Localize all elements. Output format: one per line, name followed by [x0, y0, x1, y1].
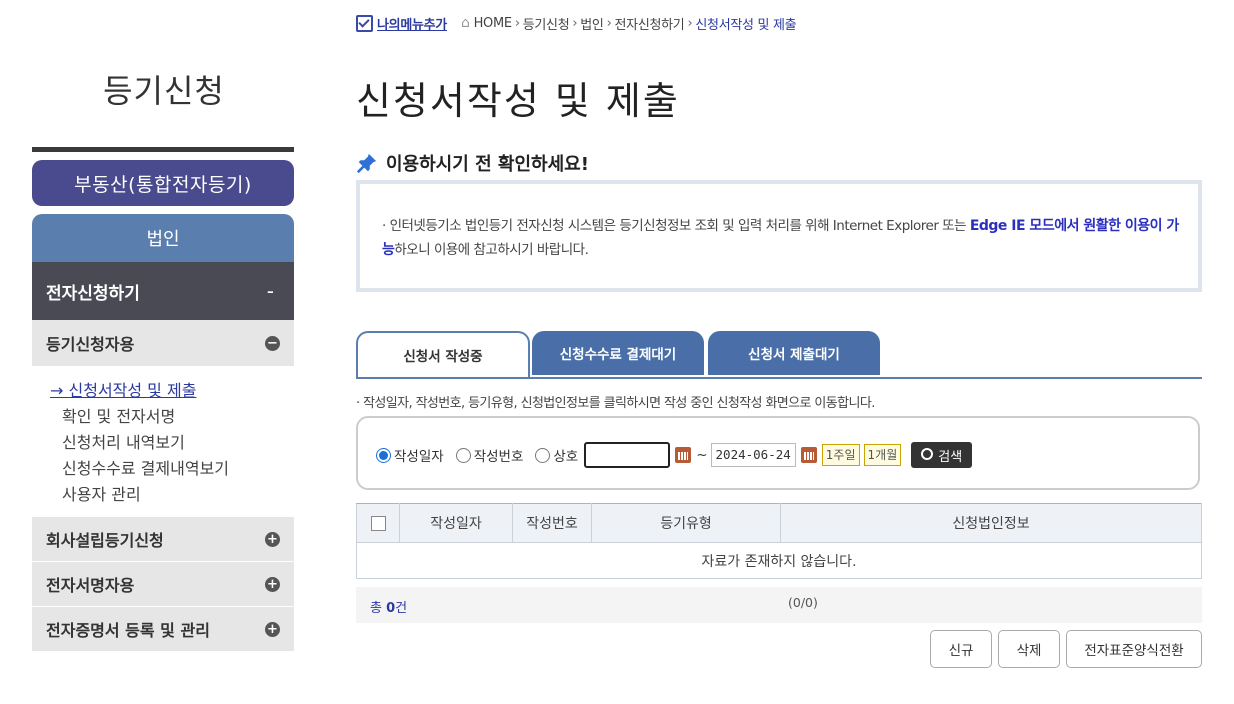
sidebar-group-label: 회사설립등기신청	[46, 531, 164, 550]
one-month-button[interactable]: 1개월	[863, 444, 902, 466]
sidebar-group-e-certificate[interactable]: 전자증명서 등록 및 관리 +	[32, 606, 294, 651]
from-date-input[interactable]	[584, 442, 671, 468]
sidebar-item-user-manage[interactable]: 사용자 관리	[50, 482, 294, 508]
col-write-number: 작성번호	[512, 503, 592, 543]
checkbox-icon	[356, 14, 373, 32]
application-table: 작성일자 작성번호 등기유형 신청법인정보 자료가 존재하지 않습니다.	[356, 503, 1202, 579]
sidebar-item-fee-history[interactable]: 신청수수료 결제내역보기	[50, 456, 294, 482]
sidebar-divider	[32, 147, 294, 152]
tab-bar: 신청서 작성중 신청수수료 결제대기 신청서 제출대기	[356, 331, 1202, 379]
to-date-input[interactable]: 2024-06-24	[710, 443, 796, 467]
sidebar-group-e-signer[interactable]: 전자서명자용 +	[32, 561, 294, 606]
notice-heading: 이용하시기 전 확인하세요!	[356, 150, 589, 176]
col-reg-type: 등기유형	[591, 503, 781, 543]
breadcrumb: 나의메뉴추가 ⌂ HOME › 등기신청 › 법인 › 전자신청하기 › 신청서…	[356, 12, 797, 34]
sidebar-group-label: 전자서명자용	[46, 576, 135, 595]
notice-text: · 인터넷등기소 법인등기 전자신청 시스템은 등기신청정보 조회 및 입력 처…	[382, 218, 1179, 258]
sidebar-group-applicant[interactable]: 등기신청자용 −	[32, 320, 294, 366]
delete-button[interactable]: 삭제	[998, 630, 1060, 668]
sidebar-item-process-history[interactable]: 신청처리 내역보기	[50, 430, 294, 456]
total-bar: 총 0건 (0/0)	[356, 587, 1202, 623]
paging-info: (0/0)	[788, 595, 818, 610]
sidebar-submenu: → 신청서작성 및 제출 확인 및 전자서명 신청처리 내역보기 신청수수료 결…	[32, 366, 294, 516]
tab-submit-pending[interactable]: 신청서 제출대기	[708, 331, 880, 375]
sidebar-item-real-estate[interactable]: 부동산(통합전자등기)	[32, 160, 294, 206]
radio-write-date[interactable]	[376, 447, 391, 463]
new-button[interactable]: 신규	[930, 630, 992, 668]
add-my-menu-link[interactable]: 나의메뉴추가	[356, 14, 447, 33]
col-write-date: 작성일자	[399, 503, 513, 543]
collapse-circle-icon: −	[265, 335, 280, 351]
breadcrumb-current: 신청서작성 및 제출	[695, 17, 797, 33]
home-icon: ⌂	[460, 15, 470, 31]
radio-write-number[interactable]	[455, 447, 471, 463]
total-count: 총 0건	[370, 601, 408, 616]
radio-label: 작성일자	[394, 449, 444, 465]
pin-icon	[356, 153, 377, 174]
notice-box: · 인터넷등기소 법인등기 전자신청 시스템은 등기신청정보 조회 및 입력 처…	[356, 180, 1202, 292]
tab-writing[interactable]: 신청서 작성중	[356, 331, 530, 377]
tab-fee-pending[interactable]: 신청수수료 결제대기	[532, 331, 704, 375]
select-all-cell	[356, 503, 400, 543]
col-corp-info: 신청법인정보	[780, 503, 1202, 543]
date-range-tilde: ~	[696, 447, 708, 463]
search-panel: 작성일자 작성번호 상호 ~ 2024-06-24 1주일 1개월 검색	[356, 416, 1200, 490]
sidebar-item-label: 전자신청하기	[46, 283, 140, 304]
convert-standard-form-button[interactable]: 전자표준양식전환	[1066, 630, 1202, 668]
page-title: 신청서작성 및 제출	[356, 79, 680, 123]
select-all-checkbox[interactable]	[370, 515, 386, 531]
table-row: 자료가 존재하지 않습니다.	[356, 542, 1202, 579]
sidebar-nav: 부동산(통합전자등기) 법인 전자신청하기 - 등기신청자용 − → 신청서작성…	[32, 160, 294, 651]
expand-circle-icon: +	[265, 621, 280, 637]
sidebar-item-confirm-sign[interactable]: 확인 및 전자서명	[50, 404, 294, 430]
breadcrumb-registration[interactable]: 등기신청	[523, 14, 570, 33]
expand-circle-icon: +	[265, 576, 280, 592]
radio-company-name[interactable]	[535, 447, 551, 463]
radio-label: 상호	[553, 449, 579, 465]
table-hint: · 작성일자, 작성번호, 등기유형, 신청법인정보를 클릭하시면 작성 중인 …	[356, 396, 875, 411]
breadcrumb-home[interactable]: HOME	[474, 16, 513, 31]
expand-circle-icon: +	[265, 531, 280, 547]
breadcrumb-corporation[interactable]: 법인	[580, 14, 604, 33]
sidebar-item-write-submit[interactable]: → 신청서작성 및 제출	[50, 378, 294, 404]
one-week-button[interactable]: 1주일	[821, 444, 860, 466]
sidebar-group-company-setup[interactable]: 회사설립등기신청 +	[32, 516, 294, 561]
calendar-icon[interactable]	[675, 447, 692, 463]
breadcrumb-e-submit[interactable]: 전자신청하기	[615, 14, 685, 33]
radio-label: 작성번호	[473, 449, 524, 465]
sidebar-title: 등기신청	[103, 72, 225, 110]
calendar-icon[interactable]	[800, 447, 817, 463]
empty-message: 자료가 존재하지 않습니다.	[356, 542, 1202, 579]
sidebar-item-e-submit[interactable]: 전자신청하기 -	[32, 262, 294, 320]
sidebar-group-label: 등기신청자용	[46, 335, 135, 354]
sidebar-item-corporation[interactable]: 법인	[32, 214, 294, 262]
collapse-icon: -	[266, 279, 274, 303]
sidebar-group-label: 전자증명서 등록 및 관리	[46, 621, 210, 640]
search-icon	[921, 448, 934, 460]
search-button[interactable]: 검색	[911, 442, 973, 468]
